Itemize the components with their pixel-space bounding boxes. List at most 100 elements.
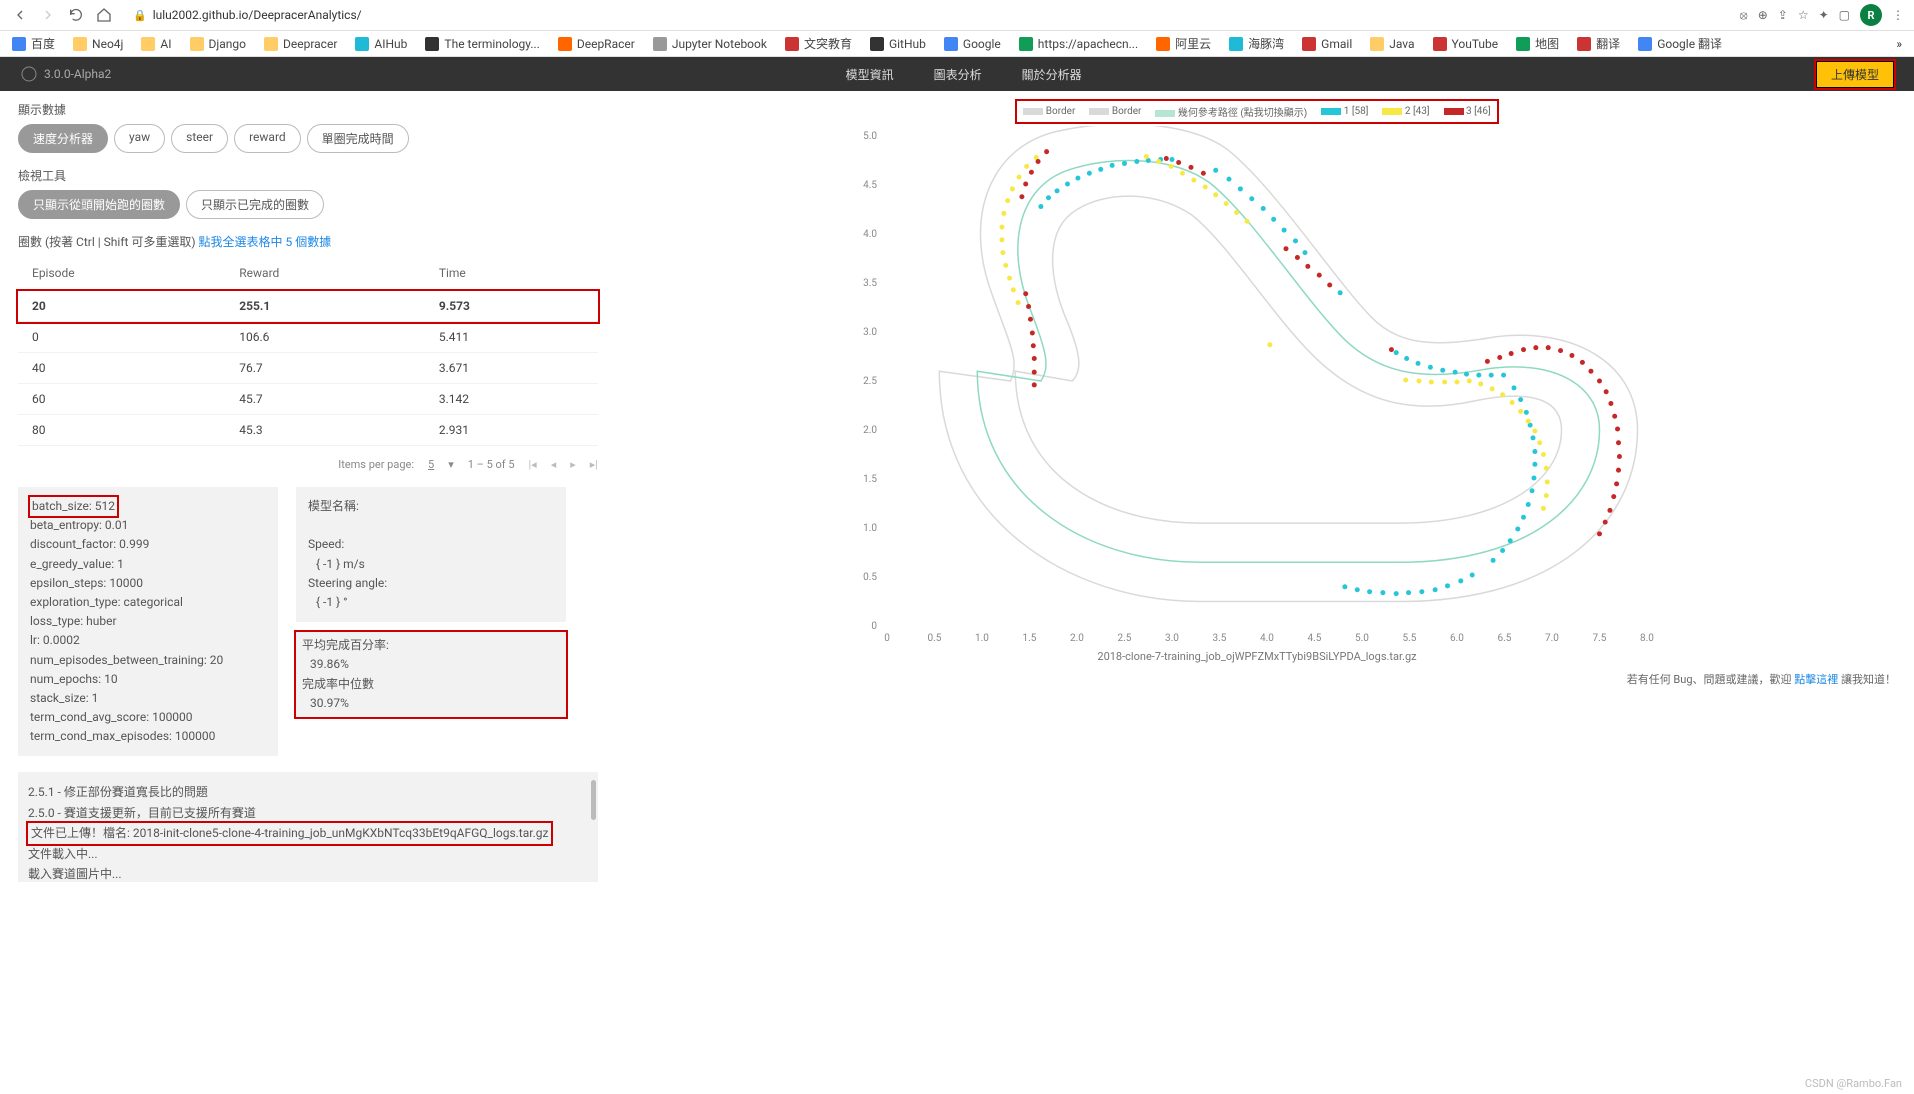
- nav-tab[interactable]: 關於分析器: [1022, 66, 1082, 83]
- hyperparam-line: num_epochs: 10: [30, 670, 266, 689]
- table-row[interactable]: 20255.19.573: [18, 291, 598, 322]
- svg-text:6.5: 6.5: [1498, 633, 1512, 644]
- legend-item[interactable]: 1 [58]: [1321, 106, 1368, 117]
- svg-text:0: 0: [871, 621, 877, 632]
- display-mode-row: 速度分析器yawsteerreward單圈完成時間: [18, 124, 598, 153]
- bookmark-item[interactable]: Jupyter Notebook: [653, 37, 767, 51]
- table-row[interactable]: 4076.73.671: [18, 353, 598, 384]
- bookmark-item[interactable]: GitHub: [870, 37, 926, 51]
- hyperparam-line: loss_type: huber: [30, 612, 266, 631]
- bookmark-item[interactable]: Google 翻译: [1638, 35, 1722, 52]
- favicon-icon: [944, 37, 958, 51]
- reload-button[interactable]: [66, 5, 86, 25]
- bookmark-item[interactable]: Deepracer: [264, 37, 337, 51]
- table-row[interactable]: 0106.65.411: [18, 322, 598, 353]
- bookmark-item[interactable]: AI: [141, 37, 171, 51]
- bookmark-item[interactable]: 百度: [12, 35, 55, 52]
- translate-icon[interactable]: ⦻: [1740, 8, 1748, 23]
- model-name-label: 模型名稱:: [308, 497, 554, 516]
- inspect-button[interactable]: 只顯示從頭開始跑的圈數: [18, 190, 180, 219]
- browser-nav-bar: 🔒 lulu2002.github.io/DeepracerAnalytics/…: [0, 0, 1914, 31]
- star-icon[interactable]: ☆: [1798, 8, 1809, 22]
- mode-button[interactable]: 單圈完成時間: [307, 124, 409, 153]
- hyperparam-line: discount_factor: 0.999: [30, 535, 266, 554]
- svg-text:1.5: 1.5: [863, 474, 877, 485]
- bookmark-item[interactable]: 阿里云: [1156, 35, 1211, 52]
- pager-last[interactable]: ▸|: [590, 458, 598, 471]
- nav-tab[interactable]: 模型資訊: [846, 66, 894, 83]
- hyperparams-card: batch_size: 512beta_entropy: 0.01discoun…: [18, 487, 278, 756]
- upload-model-button[interactable]: 上傳模型: [1816, 61, 1894, 88]
- nav-tab[interactable]: 圖表分析: [934, 66, 982, 83]
- pager-arrow-icon[interactable]: ▾: [448, 458, 454, 471]
- bookmark-item[interactable]: Django: [190, 37, 246, 51]
- bookmark-item[interactable]: AIHub: [355, 37, 407, 51]
- bookmark-item[interactable]: Google: [944, 37, 1001, 51]
- pager-next[interactable]: ▸: [570, 458, 576, 471]
- table-header[interactable]: Reward: [225, 256, 425, 291]
- chart-legend[interactable]: Border Border 幾何參考路徑 (點我切換顯示) 1 [58] 2 […: [1017, 101, 1496, 122]
- svg-text:2.5: 2.5: [1118, 633, 1132, 644]
- mode-button[interactable]: steer: [171, 124, 228, 153]
- back-button[interactable]: [10, 5, 30, 25]
- legend-item[interactable]: 3 [46]: [1444, 106, 1491, 117]
- mode-button[interactable]: yaw: [114, 124, 165, 153]
- table-header[interactable]: Episode: [18, 256, 225, 291]
- mode-button[interactable]: reward: [234, 124, 301, 153]
- svg-text:6.0: 6.0: [1450, 633, 1464, 644]
- pager-size[interactable]: 5: [428, 458, 434, 471]
- home-button[interactable]: [94, 5, 114, 25]
- favicon-icon: [1433, 37, 1447, 51]
- svg-text:2.5: 2.5: [863, 376, 877, 387]
- inspect-button[interactable]: 只顯示已完成的圈數: [186, 190, 324, 219]
- table-pager: Items per page: 5 ▾ 1 – 5 of 5 |◂ ◂ ▸ ▸|: [18, 458, 598, 471]
- bookmark-item[interactable]: DeepRacer: [558, 37, 635, 51]
- legend-item[interactable]: Border: [1023, 106, 1075, 117]
- legend-item[interactable]: 幾何參考路徑 (點我切換顯示): [1155, 104, 1307, 119]
- bookmark-item[interactable]: 地图: [1516, 35, 1559, 52]
- svg-text:4.0: 4.0: [863, 229, 877, 240]
- favicon-icon: [653, 37, 667, 51]
- svg-text:4.5: 4.5: [1308, 633, 1322, 644]
- bookmark-item[interactable]: https://apachecn...: [1019, 37, 1138, 51]
- logo-icon: [20, 65, 38, 83]
- favicon-icon: [264, 37, 278, 51]
- zoom-icon[interactable]: ⊕: [1758, 8, 1768, 22]
- svg-text:7.0: 7.0: [1545, 633, 1559, 644]
- url-bar[interactable]: 🔒 lulu2002.github.io/DeepracerAnalytics/: [122, 5, 1732, 25]
- panel-icon[interactable]: ▢: [1839, 8, 1850, 22]
- pager-prev[interactable]: ◂: [551, 458, 557, 471]
- bookmark-item[interactable]: Java: [1370, 37, 1414, 51]
- profile-avatar[interactable]: R: [1860, 4, 1882, 26]
- table-row[interactable]: 8045.32.931: [18, 415, 598, 446]
- favicon-icon: [1638, 37, 1652, 51]
- select-all-link[interactable]: 點我全選表格中 5 個數據: [199, 235, 332, 249]
- svg-text:3.0: 3.0: [863, 327, 877, 338]
- lock-icon: 🔒: [133, 9, 147, 22]
- bookmark-item[interactable]: Neo4j: [73, 37, 123, 51]
- extensions-icon[interactable]: ✦: [1819, 8, 1829, 22]
- bookmark-item[interactable]: 海豚湾: [1229, 35, 1284, 52]
- legend-item[interactable]: Border: [1089, 106, 1141, 117]
- bookmark-item[interactable]: 翻译: [1577, 35, 1620, 52]
- bookmarks-overflow-icon[interactable]: »: [1896, 37, 1902, 51]
- bookmark-item[interactable]: YouTube: [1433, 37, 1499, 51]
- svg-text:5.5: 5.5: [1403, 633, 1417, 644]
- favicon-icon: [425, 37, 439, 51]
- forward-button[interactable]: [38, 5, 58, 25]
- pager-first[interactable]: |◂: [529, 458, 537, 471]
- menu-icon[interactable]: ⋮: [1892, 8, 1904, 22]
- bug-report-link[interactable]: 點擊這裡: [1794, 673, 1838, 686]
- bookmark-item[interactable]: The terminology...: [425, 37, 539, 51]
- svg-text:3.5: 3.5: [1213, 633, 1227, 644]
- share-icon[interactable]: ⇪: [1778, 8, 1788, 22]
- svg-text:7.5: 7.5: [1593, 633, 1607, 644]
- svg-text:2.0: 2.0: [863, 425, 877, 436]
- table-header[interactable]: Time: [425, 256, 598, 291]
- scrollbar-thumb[interactable]: [591, 780, 596, 820]
- mode-button[interactable]: 速度分析器: [18, 124, 108, 153]
- bookmark-item[interactable]: 文突教育: [785, 35, 852, 52]
- legend-item[interactable]: 2 [43]: [1382, 106, 1429, 117]
- bookmark-item[interactable]: Gmail: [1302, 37, 1352, 51]
- table-row[interactable]: 6045.73.142: [18, 384, 598, 415]
